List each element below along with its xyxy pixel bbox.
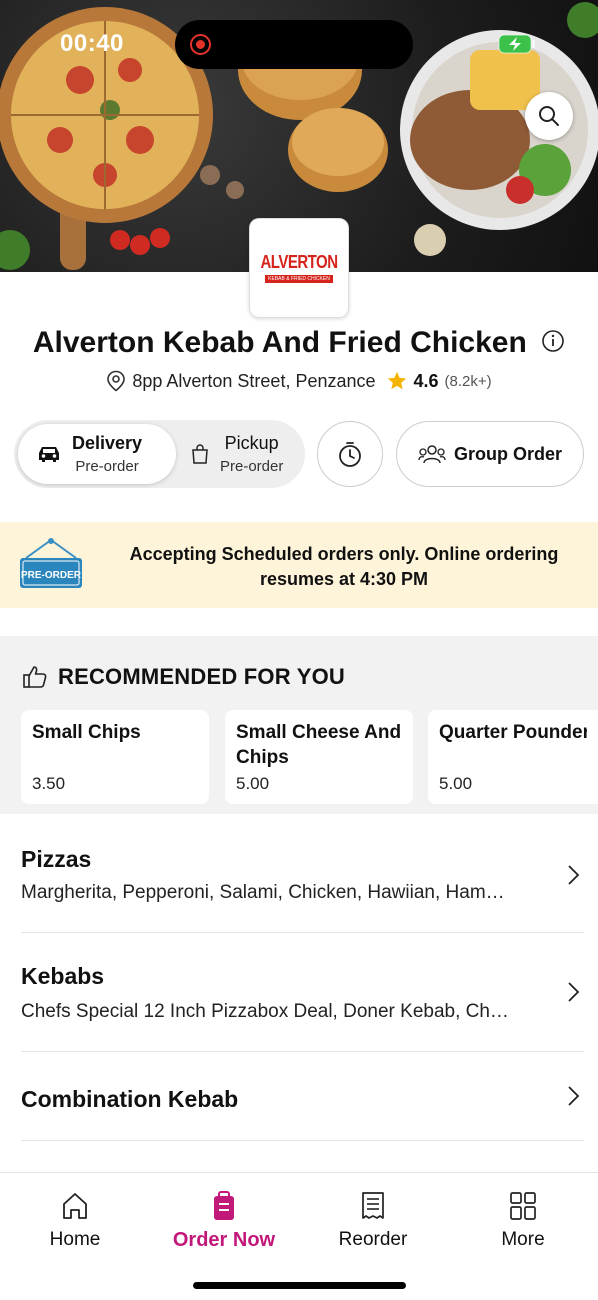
scheduled-orders-banner: PRE-ORDER Accepting Scheduled orders onl… xyxy=(0,522,598,608)
recommended-section: RECOMMENDED FOR YOU Small Chips 3.50 Sma… xyxy=(0,636,598,814)
thumbs-up-icon xyxy=(23,666,47,688)
nav-label: Home xyxy=(49,1229,101,1250)
category-row-combination-kebab[interactable]: Combination Kebab xyxy=(0,1052,598,1141)
rating-value: 4.6 xyxy=(413,370,439,391)
nav-label: Reorder xyxy=(338,1229,408,1250)
banner-message: Accepting Scheduled orders only. Online … xyxy=(129,544,559,589)
car-icon xyxy=(39,447,59,462)
category-description: Margherita, Pepperoni, Salami, Chicken, … xyxy=(21,882,505,903)
recommended-item-price: 5.00 xyxy=(439,774,473,793)
pickup-option[interactable]: Pickup Pre-order xyxy=(180,424,301,484)
chevron-right-icon xyxy=(568,982,580,1002)
delivery-option[interactable]: Delivery Pre-order xyxy=(18,424,176,484)
home-icon xyxy=(63,1193,87,1219)
category-name: Combination Kebab xyxy=(21,1086,239,1112)
restaurant-meta: 8pp Alverton Street, Penzance 4.6 (8.2k+… xyxy=(0,370,598,392)
dynamic-island xyxy=(175,20,413,69)
recommended-title: RECOMMENDED FOR YOU xyxy=(58,664,345,689)
recommended-item-price: 3.50 xyxy=(32,774,66,793)
restaurant-address: 8pp Alverton Street, Penzance xyxy=(132,370,376,391)
recommended-item-price: 5.00 xyxy=(236,774,270,793)
recommended-item[interactable]: Small Chips 3.50 xyxy=(21,710,209,804)
category-row-pizzas[interactable]: Pizzas Margherita, Pepperoni, Salami, Ch… xyxy=(0,814,598,933)
timer-icon xyxy=(339,442,361,467)
logo-text: ALVERTON xyxy=(260,251,338,273)
pickup-label: Pickup xyxy=(224,433,279,453)
grid-icon xyxy=(510,1192,536,1220)
category-row-kebabs[interactable]: Kebabs Chefs Special 12 Inch Pizzabox De… xyxy=(0,933,598,1052)
rating-count: (8.2k+) xyxy=(444,372,492,390)
shopping-bag-icon xyxy=(192,444,208,464)
info-icon[interactable] xyxy=(541,329,565,353)
delivery-label: Delivery xyxy=(72,433,143,453)
order-type-toggle: Delivery Pre-order Pickup Pre-order xyxy=(14,420,305,488)
chevron-right-icon xyxy=(568,1086,580,1106)
group-order-button[interactable]: Group Order xyxy=(396,421,584,487)
recommended-item-name: Small Chips xyxy=(32,722,141,743)
preorder-sign-icon: PRE-ORDER xyxy=(20,538,82,588)
receipt-icon xyxy=(362,1192,384,1219)
nav-label: More xyxy=(501,1229,545,1250)
nav-reorder[interactable]: Reorder xyxy=(303,1191,443,1251)
status-time: 00:40 xyxy=(60,30,124,57)
schedule-button[interactable] xyxy=(317,421,383,487)
nav-more[interactable]: More xyxy=(453,1191,593,1251)
preorder-sign-text: PRE-ORDER xyxy=(21,570,82,581)
search-icon xyxy=(539,106,559,126)
recommended-item-name: Small Cheese And Chips xyxy=(236,722,402,768)
delivery-sublabel: Pre-order xyxy=(75,458,139,475)
star-icon xyxy=(387,371,406,390)
category-name: Kebabs xyxy=(21,963,105,989)
restaurant-name-row: Alverton Kebab And Fried Chicken xyxy=(0,326,598,360)
group-order-label: Group Order xyxy=(453,443,562,464)
group-icon xyxy=(418,445,446,464)
nav-home[interactable]: Home xyxy=(5,1191,145,1251)
logo-subtext: KEBAB & FRIED CHICKEN xyxy=(265,274,333,283)
recommended-item[interactable]: Quarter Pounder Burger 5.00 xyxy=(428,710,598,804)
recommended-header: RECOMMENDED FOR YOU xyxy=(22,664,345,690)
home-indicator[interactable] xyxy=(193,1282,406,1289)
recommended-item[interactable]: Small Cheese And Chips 5.00 xyxy=(225,710,413,804)
category-description: Chefs Special 12 Inch Pizzabox Deal, Don… xyxy=(21,1001,509,1022)
category-name: Pizzas xyxy=(21,846,92,872)
order-bag-icon xyxy=(214,1191,234,1220)
recording-icon xyxy=(190,34,211,55)
bottom-nav: Home Order Now Reorder More xyxy=(0,1172,598,1300)
recommended-item-name: Quarter Pounder Burger xyxy=(439,722,587,743)
restaurant-logo: ALVERTON KEBAB & FRIED CHICKEN xyxy=(249,218,349,318)
nav-label: Order Now xyxy=(172,1229,276,1251)
pickup-sublabel: Pre-order xyxy=(220,458,284,475)
chevron-right-icon xyxy=(568,865,580,885)
battery-icon xyxy=(498,34,535,54)
nav-order-now[interactable]: Order Now xyxy=(154,1191,294,1252)
restaurant-name: Alverton Kebab And Fried Chicken xyxy=(32,326,527,359)
location-pin-icon xyxy=(107,370,126,392)
search-button[interactable] xyxy=(525,92,573,140)
